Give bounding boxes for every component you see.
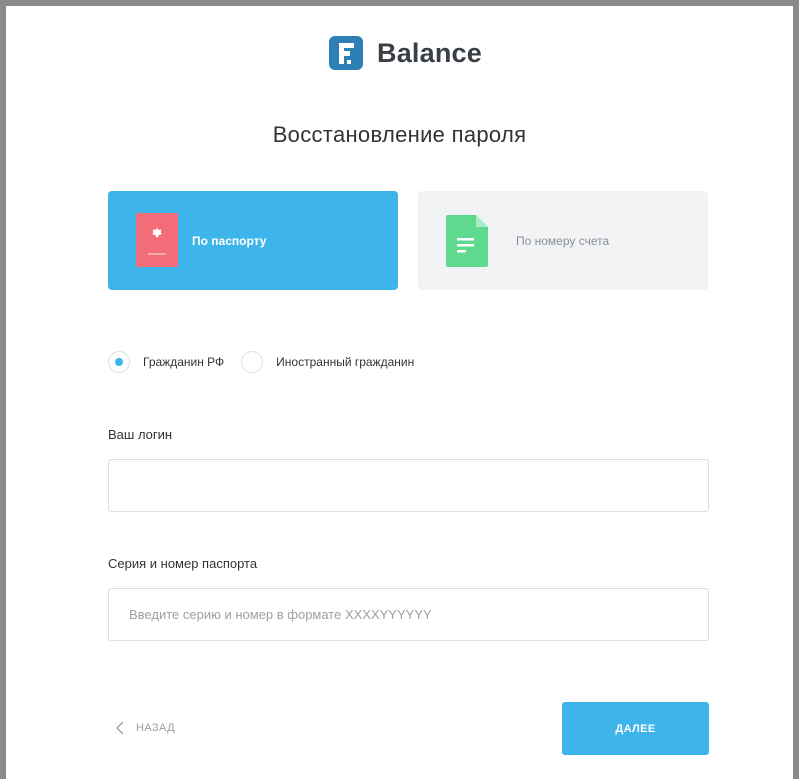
back-label: НАЗАД: [136, 722, 175, 734]
foreign-citizen-label: Иностранный гражданин: [276, 355, 415, 369]
login-input[interactable]: [108, 459, 709, 512]
method-account-label: По номеру счета: [516, 234, 610, 248]
citizenship-radio-group: Гражданин РФ Иностранный гражданин: [108, 349, 431, 375]
method-passport-tile[interactable]: По паспорту: [108, 191, 398, 290]
method-account-tile[interactable]: По номеру счета: [418, 191, 708, 290]
citizen-rf-radio[interactable]: [108, 351, 130, 373]
page-title: Восстановление пароля: [272, 122, 527, 147]
login-label: Ваш логин: [108, 427, 173, 442]
page-frame: [0, 0, 799, 779]
back-button[interactable]: НАЗАД: [116, 718, 175, 738]
passport-number-input[interactable]: [108, 588, 709, 641]
passport-icon: [136, 213, 178, 267]
foreign-citizen-radio[interactable]: [241, 351, 264, 373]
brand-name: Balance: [377, 37, 482, 68]
citizen-rf-label: Гражданин РФ: [143, 355, 225, 369]
brand-logo: Balance: [329, 33, 482, 73]
document-icon: [446, 215, 488, 267]
method-passport-label: По паспорту: [192, 234, 267, 248]
passport-number-label: Серия и номер паспорта: [108, 556, 258, 571]
balance-logo-icon: [329, 36, 363, 70]
next-button[interactable]: ДАЛЕЕ: [562, 702, 709, 755]
chevron-left-icon: [116, 721, 124, 735]
